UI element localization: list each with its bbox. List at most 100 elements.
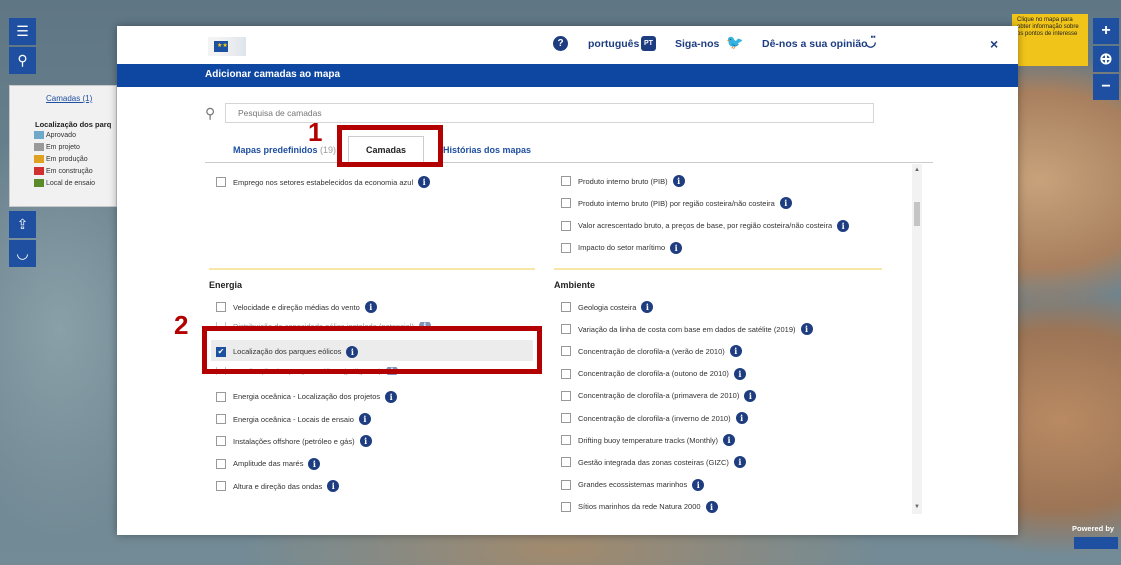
- layer-checkbox[interactable]: [561, 368, 571, 379]
- layer-checkbox[interactable]: [561, 413, 571, 423]
- layer-checkbox[interactable]: [561, 302, 571, 312]
- language-selector[interactable]: português: [588, 38, 639, 50]
- layer-checkbox[interactable]: [216, 302, 226, 312]
- info-icon[interactable]: i: [729, 345, 742, 358]
- info-icon[interactable]: i: [733, 456, 746, 469]
- info-icon[interactable]: i: [735, 412, 748, 424]
- smile-icon[interactable]: ◡̈: [865, 34, 876, 50]
- scrollbar-thumb[interactable]: [914, 202, 920, 226]
- info-icon[interactable]: i: [800, 323, 813, 336]
- info-icon[interactable]: i: [641, 301, 654, 313]
- scroll-down-icon[interactable]: ▼: [914, 504, 920, 510]
- menu-button[interactable]: ☰: [9, 18, 36, 45]
- smile-icon: ◡: [16, 245, 29, 261]
- layer-checkbox[interactable]: [216, 481, 226, 492]
- layer-label: Produto interno bruto (PIB) por região c…: [578, 198, 775, 208]
- layer-item[interactable]: Concentração de clorofila-a (outono de 2…: [561, 367, 746, 381]
- layer-item[interactable]: Velocidade e direção médias do vento i: [216, 300, 377, 314]
- layer-label: Velocidade e direção médias do vento: [233, 302, 360, 312]
- layer-checkbox[interactable]: [216, 391, 226, 402]
- layer-item[interactable]: Amplitude das marés i: [216, 457, 321, 471]
- layer-item[interactable]: Impacto do setor marítimo i: [561, 241, 683, 255]
- layer-item[interactable]: Energia oceânica - Locais de ensaio i: [216, 412, 371, 426]
- layer-item[interactable]: Produto interno bruto (PIB) por região c…: [561, 196, 792, 210]
- info-icon[interactable]: i: [670, 241, 683, 254]
- info-icon[interactable]: i: [692, 478, 705, 491]
- info-icon[interactable]: i: [705, 500, 718, 513]
- layer-checkbox[interactable]: [216, 458, 226, 469]
- layer-item[interactable]: Concentração de clorofila-a (verão de 20…: [561, 344, 742, 358]
- share-button[interactable]: ⇪: [9, 211, 36, 238]
- layer-item[interactable]: Energia oceânica - Localização dos proje…: [216, 390, 398, 404]
- info-icon[interactable]: i: [385, 390, 398, 403]
- layer-checkbox[interactable]: [561, 346, 571, 357]
- info-icon[interactable]: i: [364, 301, 377, 313]
- info-icon[interactable]: i: [672, 175, 685, 187]
- locate-button[interactable]: ⊕: [1093, 46, 1119, 72]
- layer-label: Instalações offshore (petróleo e gás): [233, 436, 355, 446]
- layer-item[interactable]: Grandes ecossistemas marinhos i: [561, 478, 705, 492]
- map-tooltip: Clique no mapa para obter informação sob…: [1012, 14, 1088, 66]
- layer-item[interactable]: Concentração de clorofila-a (inverno de …: [561, 411, 748, 425]
- layer-label: Gestão integrada das zonas costeiras (GI…: [578, 457, 729, 467]
- annotation-number-1: 1: [308, 117, 323, 147]
- layer-item[interactable]: Instalações offshore (petróleo e gás) i: [216, 434, 372, 448]
- layer-item[interactable]: Valor acrescentado bruto, a preços de ba…: [561, 219, 850, 233]
- layer-item[interactable]: Gestão integrada das zonas costeiras (GI…: [561, 455, 746, 469]
- layer-checkbox[interactable]: [216, 177, 226, 187]
- layer-checkbox[interactable]: [216, 436, 226, 447]
- language-code-badge[interactable]: PT: [641, 36, 656, 51]
- layer-item[interactable]: Geologia costeira i: [561, 300, 654, 314]
- layer-label: Energia oceânica - Localização dos proje…: [233, 392, 381, 402]
- layer-checkbox[interactable]: [561, 176, 571, 186]
- layer-item[interactable]: Produto interno bruto (PIB) i: [561, 174, 685, 188]
- layer-item[interactable]: Variação da linha de costa com base em d…: [561, 322, 813, 336]
- layer-item[interactable]: Altura e direção das ondas i: [216, 479, 340, 493]
- info-icon[interactable]: i: [327, 480, 340, 493]
- info-icon[interactable]: i: [308, 457, 321, 470]
- feedback-button[interactable]: ◡: [9, 240, 36, 267]
- layer-item[interactable]: Drifting buoy temperature tracks (Monthl…: [561, 433, 736, 447]
- legend-tab-layers[interactable]: Camadas (1): [46, 94, 92, 103]
- twitter-icon[interactable]: 🐦: [726, 34, 743, 51]
- follow-us-link[interactable]: Siga-nos: [675, 38, 719, 50]
- layer-checkbox[interactable]: [561, 242, 571, 253]
- zoom-in-button[interactable]: +: [1093, 18, 1119, 44]
- info-icon[interactable]: i: [733, 367, 746, 380]
- info-icon[interactable]: i: [359, 435, 372, 448]
- layer-item[interactable]: Emprego nos setores estabelecidos da eco…: [216, 175, 431, 189]
- layer-checkbox[interactable]: [561, 198, 571, 209]
- layer-checkbox[interactable]: [561, 479, 571, 490]
- layer-label: Geologia costeira: [578, 302, 637, 312]
- scroll-up-icon[interactable]: ▲: [914, 167, 920, 173]
- legend-item: Em construção: [34, 167, 93, 175]
- tab-divider: [205, 162, 933, 163]
- info-icon[interactable]: i: [744, 389, 757, 402]
- close-button[interactable]: ×: [990, 36, 998, 52]
- layer-checkbox[interactable]: [561, 435, 571, 446]
- layer-item[interactable]: Sítios marinhos da rede Natura 2000 i: [561, 500, 718, 514]
- info-icon[interactable]: i: [723, 434, 736, 447]
- tab-map-stories[interactable]: Histórias dos mapas: [443, 145, 531, 155]
- layer-item[interactable]: Concentração de clorofila-a (primavera d…: [561, 389, 757, 403]
- section-title-energy: Energia: [209, 280, 243, 290]
- layer-checkbox[interactable]: [561, 501, 571, 512]
- legend-swatch-icon: [34, 155, 44, 163]
- info-icon[interactable]: i: [418, 176, 431, 188]
- info-icon[interactable]: i: [358, 413, 371, 425]
- help-icon[interactable]: ?: [553, 36, 568, 51]
- modal-header: ★★ ? português PT Siga-nos 🐦 Dê-nos a su…: [117, 26, 1018, 64]
- layer-checkbox[interactable]: [561, 324, 571, 335]
- legend-item-label: Em projeto: [46, 143, 80, 151]
- info-icon[interactable]: i: [779, 197, 792, 210]
- crosshair-icon: ⊕: [1099, 51, 1113, 68]
- feedback-link[interactable]: Dê-nos a sua opinião: [762, 38, 868, 50]
- layer-checkbox[interactable]: [216, 414, 226, 424]
- search-button[interactable]: ⚲: [9, 47, 36, 74]
- eu-logo[interactable]: ★★: [208, 37, 246, 56]
- zoom-out-button[interactable]: −: [1093, 74, 1119, 100]
- layer-checkbox[interactable]: [561, 390, 571, 401]
- layer-checkbox[interactable]: [561, 457, 571, 468]
- layer-checkbox[interactable]: [561, 220, 571, 231]
- info-icon[interactable]: i: [837, 219, 850, 232]
